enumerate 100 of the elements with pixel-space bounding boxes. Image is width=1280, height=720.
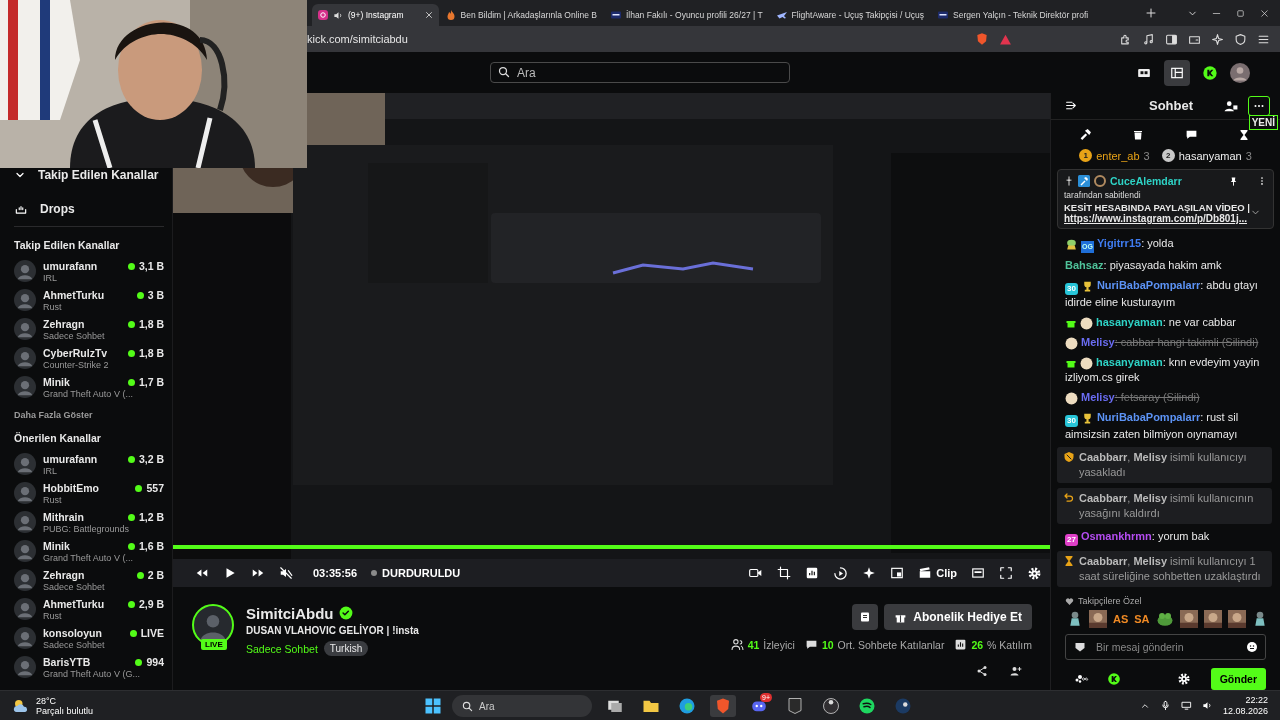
stat-label: İzleyici xyxy=(763,638,795,651)
username[interactable]: Melisy xyxy=(1081,391,1115,403)
channel-category[interactable]: Grand Theft Auto V (G... xyxy=(43,668,164,680)
live-badge: LIVE xyxy=(201,639,227,650)
status-label: DURDURULDU xyxy=(382,567,461,579)
username[interactable]: hasanyaman xyxy=(1096,356,1163,368)
subscriber-badge: 30 xyxy=(1065,283,1078,295)
username[interactable]: Osmankhrmn xyxy=(1080,530,1152,542)
channel-name[interactable]: Zehragn xyxy=(43,568,130,582)
gift-subscription-button[interactable]: Abonelik Hediye Et xyxy=(884,604,1032,630)
leader-name[interactable]: hasanyaman xyxy=(1178,149,1242,162)
viewer-count: 3,2 B xyxy=(138,453,164,465)
channel-name[interactable]: SimitciAbdu xyxy=(246,604,334,622)
temperature: 28°C xyxy=(36,695,58,706)
channel-category[interactable]: IRL xyxy=(43,465,164,477)
pinned-note: tarafından sabitlendi xyxy=(1064,190,1142,200)
subscriber-badge: 27 xyxy=(1065,534,1078,546)
browser-tab[interactable]: FlightAware - Uçuş Takipçisi / Uçuş xyxy=(770,4,932,26)
channel-name[interactable]: AhmetTurku xyxy=(43,597,121,611)
stat-value: 10 xyxy=(821,638,834,651)
viewer-count: 1,6 B xyxy=(138,540,164,552)
channel-category[interactable]: Sadece Sohbet xyxy=(43,639,164,651)
browser-tab[interactable]: İlhan Fakılı - Oyuncu profili 26/27 | T xyxy=(604,4,770,26)
channel-name[interactable]: Minik xyxy=(43,375,121,389)
show-more-link[interactable]: Daha Fazla Göster xyxy=(14,410,164,420)
new-badge: YENİ xyxy=(1248,115,1278,130)
emote-section-label: Takipçilere Özel xyxy=(1078,596,1142,606)
leader-count: 3 xyxy=(1143,149,1150,162)
moderation-notice: Caabbarr, Melisy isimli kullanıcıyı 1 saat süreliğine sohbetten uzaklaştırdı xyxy=(1079,554,1262,584)
channel-name[interactable]: konsoloyun xyxy=(43,626,123,640)
moderation-notice: Caabbarr, Melisy isimli kullanıcının yasağını kaldırdı xyxy=(1079,491,1255,521)
viewer-count: 557 xyxy=(146,482,164,494)
message-field[interactable]: Bir mesaj gönderin xyxy=(1065,634,1266,660)
chat-title: Sohbet xyxy=(1147,98,1195,114)
search-field[interactable]: Ara xyxy=(490,62,790,83)
channel-category[interactable]: Grand Theft Auto V (... xyxy=(43,388,164,400)
viewer-count: 1,8 B xyxy=(138,318,164,330)
channel-category[interactable]: Grand Theft Auto V (... xyxy=(43,552,164,564)
username[interactable]: hasanyaman xyxy=(1096,316,1163,328)
username[interactable]: Bahsaz xyxy=(1065,259,1104,271)
channel-name[interactable]: umurafann xyxy=(43,452,121,466)
emote: SA xyxy=(1134,613,1150,625)
channel-name[interactable]: Minik xyxy=(43,539,121,553)
chat-message: Melisy: fetsaray (Silindi) xyxy=(1065,390,1272,405)
channel-name[interactable]: BarisYTB xyxy=(43,655,129,669)
rank-badge: 2 xyxy=(1161,149,1175,163)
stat-value: 41 xyxy=(747,638,760,651)
channel-category[interactable]: Rust xyxy=(43,494,164,506)
stat-label: % Katılım xyxy=(987,638,1032,651)
rank-badge: 1 xyxy=(1079,149,1093,163)
browser-tab[interactable]: (9+) Instagram xyxy=(312,4,439,26)
channel-category[interactable]: Counter-Strike 2 xyxy=(43,359,164,371)
chat-message: 30 NuriBabaPompalarr: rust sil aimsizsin zaten bilmiyon oıynamayı xyxy=(1065,410,1240,442)
sidebar-item[interactable]: Takip Edilen Kanallar xyxy=(38,168,159,182)
channel-name[interactable]: AhmetTurku xyxy=(43,288,130,302)
chat-message: hasanyaman: ne var cabbar xyxy=(1065,315,1272,330)
send-button[interactable]: Gönder xyxy=(1210,668,1266,690)
username[interactable]: CuceAlemdarr xyxy=(1110,175,1182,187)
leader-name[interactable]: enter_ab xyxy=(1096,149,1140,162)
viewer-count: 1,7 B xyxy=(138,376,164,388)
channel-name[interactable]: Mithrain xyxy=(43,510,121,524)
clip-button[interactable]: Clip xyxy=(918,566,957,580)
pinned-text: KESİT HESABINDA PAYLAŞILAN VİDEO | xyxy=(1064,202,1250,213)
subscriber-badge: 30 xyxy=(1065,415,1078,427)
viewer-count: 3 B xyxy=(147,289,164,301)
chat-message: Melisy: cabbar hangi takimli (Silindi) xyxy=(1065,335,1272,350)
channel-name[interactable]: CyberRulzTv xyxy=(43,346,121,360)
sidebar-item[interactable]: Drops xyxy=(40,202,75,216)
chat-message: hasanyaman: knn evdeyim yayin izliyom.cs girek xyxy=(1065,355,1261,385)
channel-category[interactable]: PUBG: Battlegrounds xyxy=(43,523,164,535)
moderation-notice: Caabbarr, Melisy isimli kullanıcıyı yasakladı xyxy=(1079,450,1248,480)
taskbar-search[interactable]: Ara xyxy=(452,695,592,717)
viewer-count: 2 B xyxy=(147,569,164,581)
section-title: Önerilen Kanallar xyxy=(14,432,102,446)
section-title: Takip Edilen Kanallar xyxy=(14,239,121,253)
username[interactable]: Melisy xyxy=(1081,336,1115,348)
channel-name[interactable]: umurafann xyxy=(43,259,121,273)
channel-category[interactable]: Sadece Sohbet xyxy=(43,581,164,593)
stream-title: DUSAN VLAHOVIC GELİYOR | !insta xyxy=(246,625,419,636)
channel-category[interactable]: Rust xyxy=(43,610,164,622)
weather-label: Parçalı bulutlu xyxy=(36,705,94,716)
browser-tab[interactable]: Sergen Yalçın - Teknik Direktör profi xyxy=(932,4,1096,26)
channel-category[interactable]: Rust xyxy=(43,301,164,313)
category-link[interactable]: Sadece Sohbet xyxy=(246,642,318,655)
viewer-count: 3,1 B xyxy=(138,260,164,272)
chat-message: Bahsaz: piyasayada hakim amk xyxy=(1065,258,1223,273)
viewer-count: LIVE xyxy=(140,627,164,639)
viewer-count: 994 xyxy=(146,656,164,668)
browser-tab[interactable]: Ben Bildim | Arkadaşlarınla Online B xyxy=(439,4,604,26)
pinned-link[interactable]: https://www.instagram.com/p/Db801j... xyxy=(1064,213,1250,224)
stat-value: 26 xyxy=(971,638,984,651)
channel-name[interactable]: HobbitEmo xyxy=(43,481,129,495)
channel-category[interactable]: Sadece Sohbet xyxy=(43,330,164,342)
channel-category[interactable]: IRL xyxy=(43,272,164,284)
chat-message: 27 Osmankhrmn: yorum bak xyxy=(1065,529,1211,546)
clock-date: 12.08.2026 xyxy=(1222,705,1268,717)
tag[interactable]: Turkish xyxy=(323,641,369,656)
viewer-count: 2,9 B xyxy=(138,598,164,610)
viewer-count: 1,8 B xyxy=(138,347,164,359)
channel-name[interactable]: Zehragn xyxy=(43,317,121,331)
